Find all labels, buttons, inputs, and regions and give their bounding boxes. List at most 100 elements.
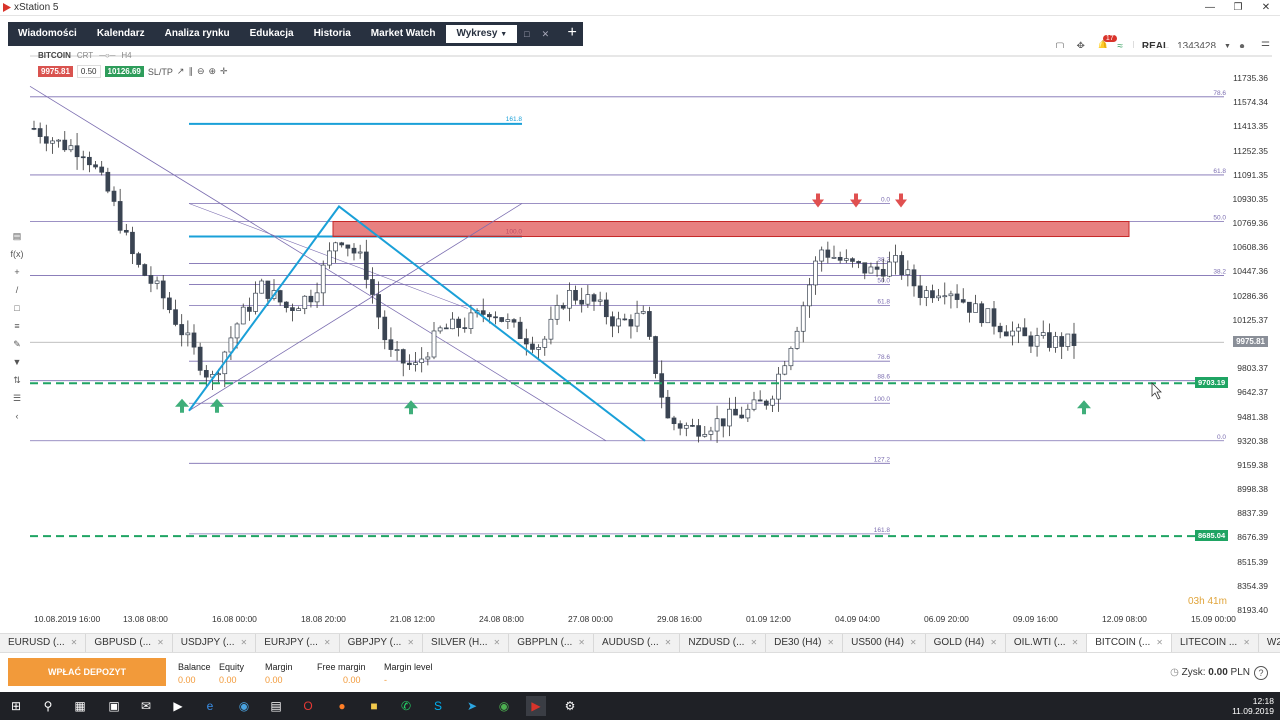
skype-icon[interactable]: S: [428, 696, 448, 716]
crosshair-icon[interactable]: ✛: [220, 66, 228, 77]
opera-icon[interactable]: O: [298, 696, 318, 716]
crosshair-tool-icon[interactable]: +: [8, 264, 26, 280]
chart-canvas[interactable]: 78.661.850.038.20.00.038.250.061.878.688…: [8, 48, 1272, 633]
close-tab-icon[interactable]: ✕: [990, 638, 997, 647]
close-tab-icon[interactable]: ✕: [536, 29, 556, 40]
close-tab-icon[interactable]: ✕: [910, 638, 917, 647]
add-tab-button[interactable]: +: [561, 23, 583, 45]
chart-mode[interactable]: CRT: [77, 51, 93, 60]
close-tab-icon[interactable]: ✕: [827, 638, 834, 647]
nav-calendar[interactable]: Kalendarz: [87, 22, 155, 46]
price-tick: 9803.37: [1237, 363, 1268, 374]
store-icon[interactable]: ▣: [104, 696, 124, 716]
nav-news[interactable]: Wiadomości: [8, 22, 87, 46]
edge-icon[interactable]: e: [200, 696, 220, 716]
buy-arrow-icon: [404, 400, 418, 415]
chart-area[interactable]: 78.6 61.8 50.0 38.2 0.0 0.0 38.2 50.0 61.8 78.6 88…: [8, 48, 1272, 633]
app-icon[interactable]: ◉: [234, 696, 254, 716]
explorer-icon[interactable]: ▤: [266, 696, 286, 716]
candles-icon[interactable]: ∥: [188, 66, 193, 77]
chrome-icon[interactable]: ◉: [494, 696, 514, 716]
close-tab-icon[interactable]: ✕: [1072, 638, 1079, 647]
slider-icon[interactable]: ─○─: [99, 51, 115, 60]
instrument-tab[interactable]: W20 (H4)✕: [1259, 634, 1280, 652]
close-tab-icon[interactable]: ✕: [1156, 638, 1163, 647]
instrument-tab[interactable]: GBPPLN (... ✕: [509, 634, 594, 652]
close-tab-icon[interactable]: ✕: [407, 638, 414, 647]
close-tab-icon[interactable]: ✕: [1243, 638, 1250, 647]
time-axis[interactable]: 10.08.2019 16:00 13.08 08:00 16.08 00:00 18…: [8, 614, 1236, 628]
rectangle-tool-icon[interactable]: □: [8, 300, 26, 316]
windows-start-icon[interactable]: ⊞: [6, 696, 26, 716]
nav-history[interactable]: Historia: [304, 22, 361, 46]
candle-body: [665, 396, 671, 419]
candle-body: [37, 128, 43, 137]
search-icon[interactable]: ⚲: [38, 696, 58, 716]
spread-value[interactable]: 0.50: [76, 65, 101, 78]
candle-body: [142, 264, 148, 276]
minimize-button[interactable]: —: [1196, 0, 1224, 16]
telegram-icon[interactable]: ➤: [462, 696, 482, 716]
close-tab-icon[interactable]: ✕: [240, 638, 247, 647]
candle-body: [425, 356, 431, 360]
instrument-tab[interactable]: BITCOIN (... ✕: [1087, 634, 1172, 652]
instrument-tab[interactable]: USDJPY (... ✕: [173, 634, 257, 652]
instrument-tab-label: OIL.WTI (...: [1013, 637, 1066, 648]
nav-charts[interactable]: Wykresy ▼: [445, 24, 519, 44]
task-view-icon[interactable]: ▦: [70, 696, 90, 716]
nav-education[interactable]: Edukacja: [240, 22, 304, 46]
panel-icon[interactable]: ▤: [8, 228, 26, 244]
instrument-tab[interactable]: EURUSD (... ✕: [0, 634, 87, 652]
media-icon[interactable]: ▶: [168, 696, 188, 716]
close-tab-icon[interactable]: ✕: [324, 638, 331, 647]
firefox-icon[interactable]: ●: [332, 696, 352, 716]
layers-icon[interactable]: ☰: [8, 390, 26, 406]
candle-body: [308, 295, 314, 303]
xstation-taskbar-icon[interactable]: ▶: [526, 696, 546, 716]
line-tool-icon[interactable]: /: [8, 282, 26, 298]
function-icon[interactable]: f(x): [8, 246, 26, 262]
folder-icon[interactable]: ■: [364, 696, 384, 716]
instrument-tab[interactable]: LITECOIN ... ✕: [1172, 634, 1259, 652]
maximize-button[interactable]: ❐: [1224, 0, 1252, 16]
instrument-tab[interactable]: US500 (H4) ✕: [843, 634, 926, 652]
sltp-button[interactable]: SL/TP: [148, 67, 173, 77]
zoom-in-icon[interactable]: ⊕: [208, 66, 216, 77]
instrument-tab[interactable]: SILVER (H... ✕: [423, 634, 510, 652]
close-tab-icon[interactable]: ✕: [750, 638, 757, 647]
close-tab-icon[interactable]: ✕: [71, 638, 78, 647]
instrument-tab[interactable]: GOLD (H4) ✕: [926, 634, 1006, 652]
pin-icon[interactable]: ▼: [8, 354, 26, 370]
instrument-tab[interactable]: AUDUSD (... ✕: [594, 634, 681, 652]
instrument-tab[interactable]: GBPUSD (... ✕: [86, 634, 173, 652]
line-chart-icon[interactable]: ↗: [177, 66, 185, 77]
instrument-tab[interactable]: DE30 (H4) ✕: [766, 634, 844, 652]
indicators-icon[interactable]: ⇅: [8, 372, 26, 388]
sell-price-button[interactable]: 9975.81: [38, 66, 73, 77]
pencil-icon[interactable]: ✎: [8, 336, 26, 352]
help-icon[interactable]: ?: [1254, 666, 1268, 680]
whatsapp-icon[interactable]: ✆: [396, 696, 416, 716]
instrument-tab[interactable]: GBPJPY (... ✕: [340, 634, 424, 652]
close-window-button[interactable]: ✕: [1252, 0, 1280, 16]
fib-tool-icon[interactable]: ≡: [8, 318, 26, 334]
settings-icon[interactable]: ⚙: [560, 696, 580, 716]
instrument-tab[interactable]: OIL.WTI (... ✕: [1006, 634, 1088, 652]
close-tab-icon[interactable]: ✕: [665, 638, 672, 647]
nav-market-analysis[interactable]: Analiza rynku: [155, 22, 240, 46]
nav-market-watch[interactable]: Market Watch: [361, 22, 446, 46]
zoom-out-icon[interactable]: ⊖: [197, 66, 205, 77]
close-tab-icon[interactable]: ✕: [578, 638, 585, 647]
buy-price-button[interactable]: 10126.69: [104, 66, 144, 77]
detach-icon[interactable]: □: [518, 29, 535, 39]
candle-body: [93, 164, 98, 168]
close-tab-icon[interactable]: ✕: [157, 638, 164, 647]
chart-interval[interactable]: H4: [121, 51, 131, 60]
instrument-tab[interactable]: EURJPY (... ✕: [256, 634, 340, 652]
mail-icon[interactable]: ✉: [136, 696, 156, 716]
deposit-button[interactable]: WPŁAĆ DEPOZYT: [8, 658, 166, 686]
price-axis[interactable]: 11735.36 11574.34 11413.35 11252.35 11091.35…: [1224, 48, 1272, 633]
share-icon[interactable]: ‹: [8, 408, 26, 424]
instrument-tab[interactable]: NZDUSD (... ✕: [680, 634, 767, 652]
close-tab-icon[interactable]: ✕: [494, 638, 501, 647]
